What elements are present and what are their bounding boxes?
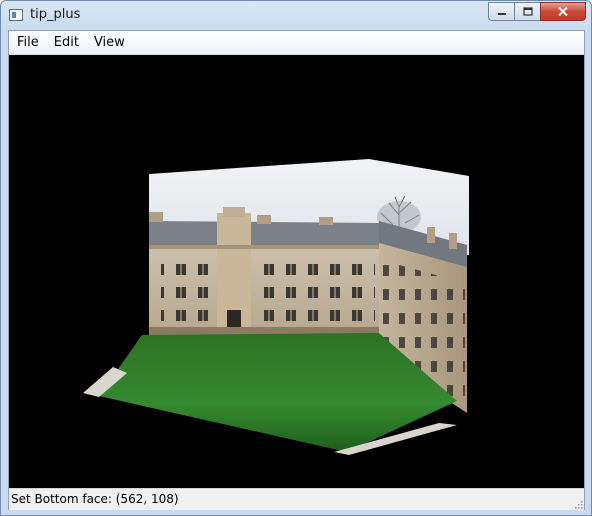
- title-bar[interactable]: tip_plus: [1, 1, 591, 30]
- window-controls: [488, 2, 586, 21]
- client-area: File Edit View Set Bottom face: (562, 10…: [8, 30, 585, 510]
- building-back-facade: [149, 207, 381, 335]
- maximize-icon: [522, 7, 533, 16]
- app-icon: [9, 9, 23, 21]
- resize-grip-icon[interactable]: [573, 499, 583, 509]
- minimize-icon: [497, 12, 506, 15]
- status-bar: Set Bottom face: (562, 108): [9, 488, 584, 510]
- app-window: tip_plus File Edit View Set Bottom face:…: [0, 0, 592, 516]
- maximize-button[interactable]: [514, 2, 540, 21]
- menu-bar: File Edit View: [9, 31, 584, 55]
- status-text: Set Bottom face: (562, 108): [11, 492, 179, 506]
- close-button[interactable]: [540, 2, 586, 21]
- menu-edit[interactable]: Edit: [46, 31, 86, 54]
- menu-view[interactable]: View: [86, 31, 132, 54]
- minimize-button[interactable]: [488, 2, 514, 21]
- tour-into-picture-scene[interactable]: [9, 55, 584, 488]
- close-icon: [558, 7, 568, 16]
- render-canvas[interactable]: [9, 55, 584, 488]
- menu-file[interactable]: File: [9, 31, 46, 54]
- window-title: tip_plus: [30, 7, 81, 22]
